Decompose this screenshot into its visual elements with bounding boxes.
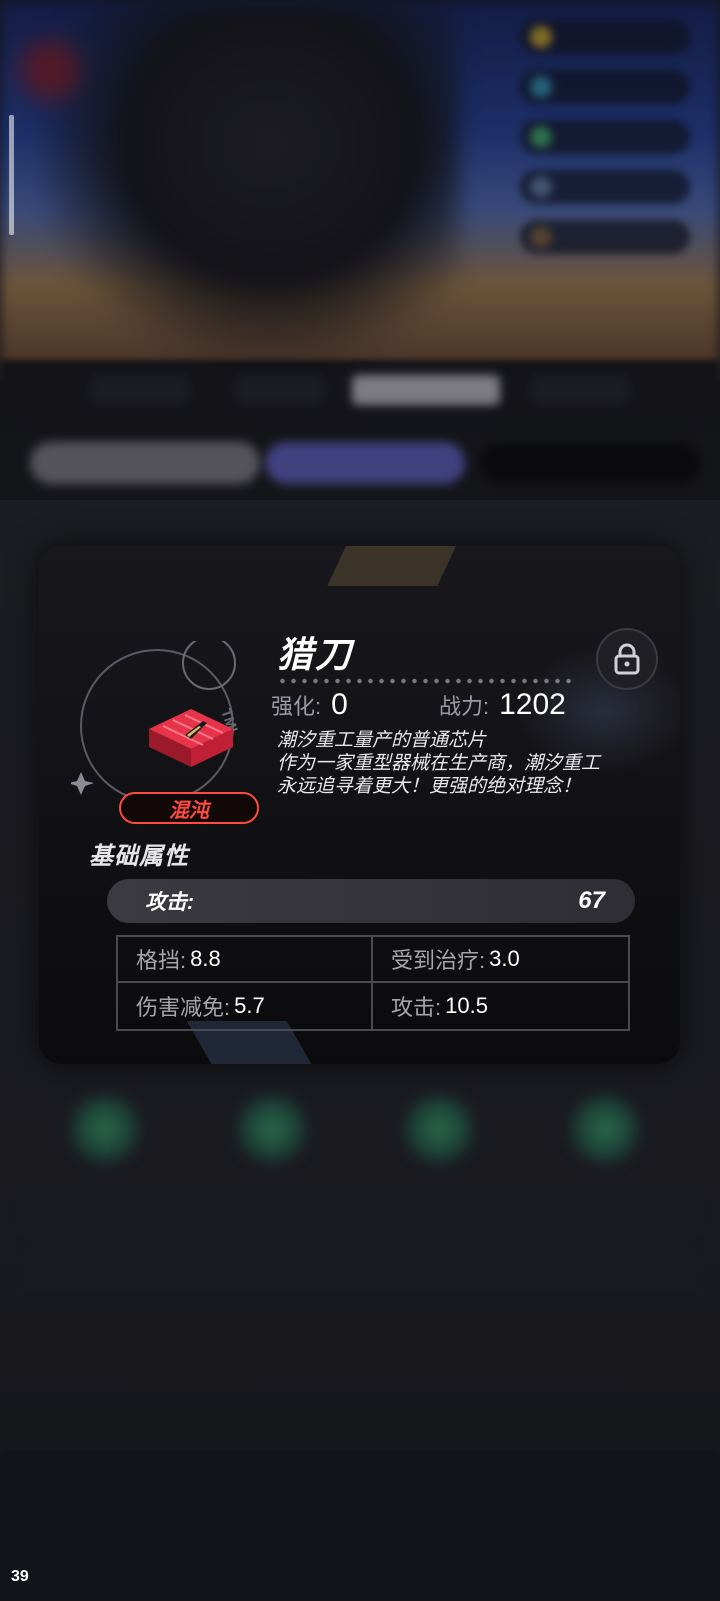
title-divider (277, 678, 577, 684)
main-stat-value: 67 (578, 887, 605, 914)
sub-stat-cell: 攻击: 10.5 (391, 993, 488, 1020)
sub-stat-cell: 伤害减免: 5.7 (118, 983, 373, 1029)
main-stat-label: 攻击: (145, 891, 194, 914)
chip-icon (141, 701, 241, 781)
sub-stats-table: 格挡: 8.8 受到治疗: 3.0 伤害减免: 5.7 攻击: 10.5 (116, 935, 630, 1031)
sub-stat-cell: 受到治疗: 3.0 (373, 937, 628, 983)
disc-detail-panel: TMI 混沌 猎刀 强化: 0 战力: 1202 潮汐重工量产的普通芯片 作为一… (39, 546, 680, 1064)
disc-name: 猎刀 (277, 634, 354, 675)
base-attributes-title: 基础属性 (89, 843, 189, 870)
enhance-level: 强化: 0 (271, 688, 348, 721)
faction-badge: 混沌 (119, 792, 259, 824)
scroll-indicator (9, 115, 14, 235)
main-stat-bar: 攻击: 67 (107, 879, 635, 923)
sub-stat-cell: 格挡: 8.8 (118, 937, 373, 983)
lock-button[interactable] (596, 628, 658, 690)
combat-power: 战力: 1202 (439, 688, 566, 721)
corner-counter: 39 (11, 1568, 29, 1585)
lock-icon (614, 643, 640, 675)
disc-description: 潮汐重工量产的普通芯片 作为一家重型器械在生产商，潮汐重工 永远追寻着更大！更强… (277, 730, 601, 797)
